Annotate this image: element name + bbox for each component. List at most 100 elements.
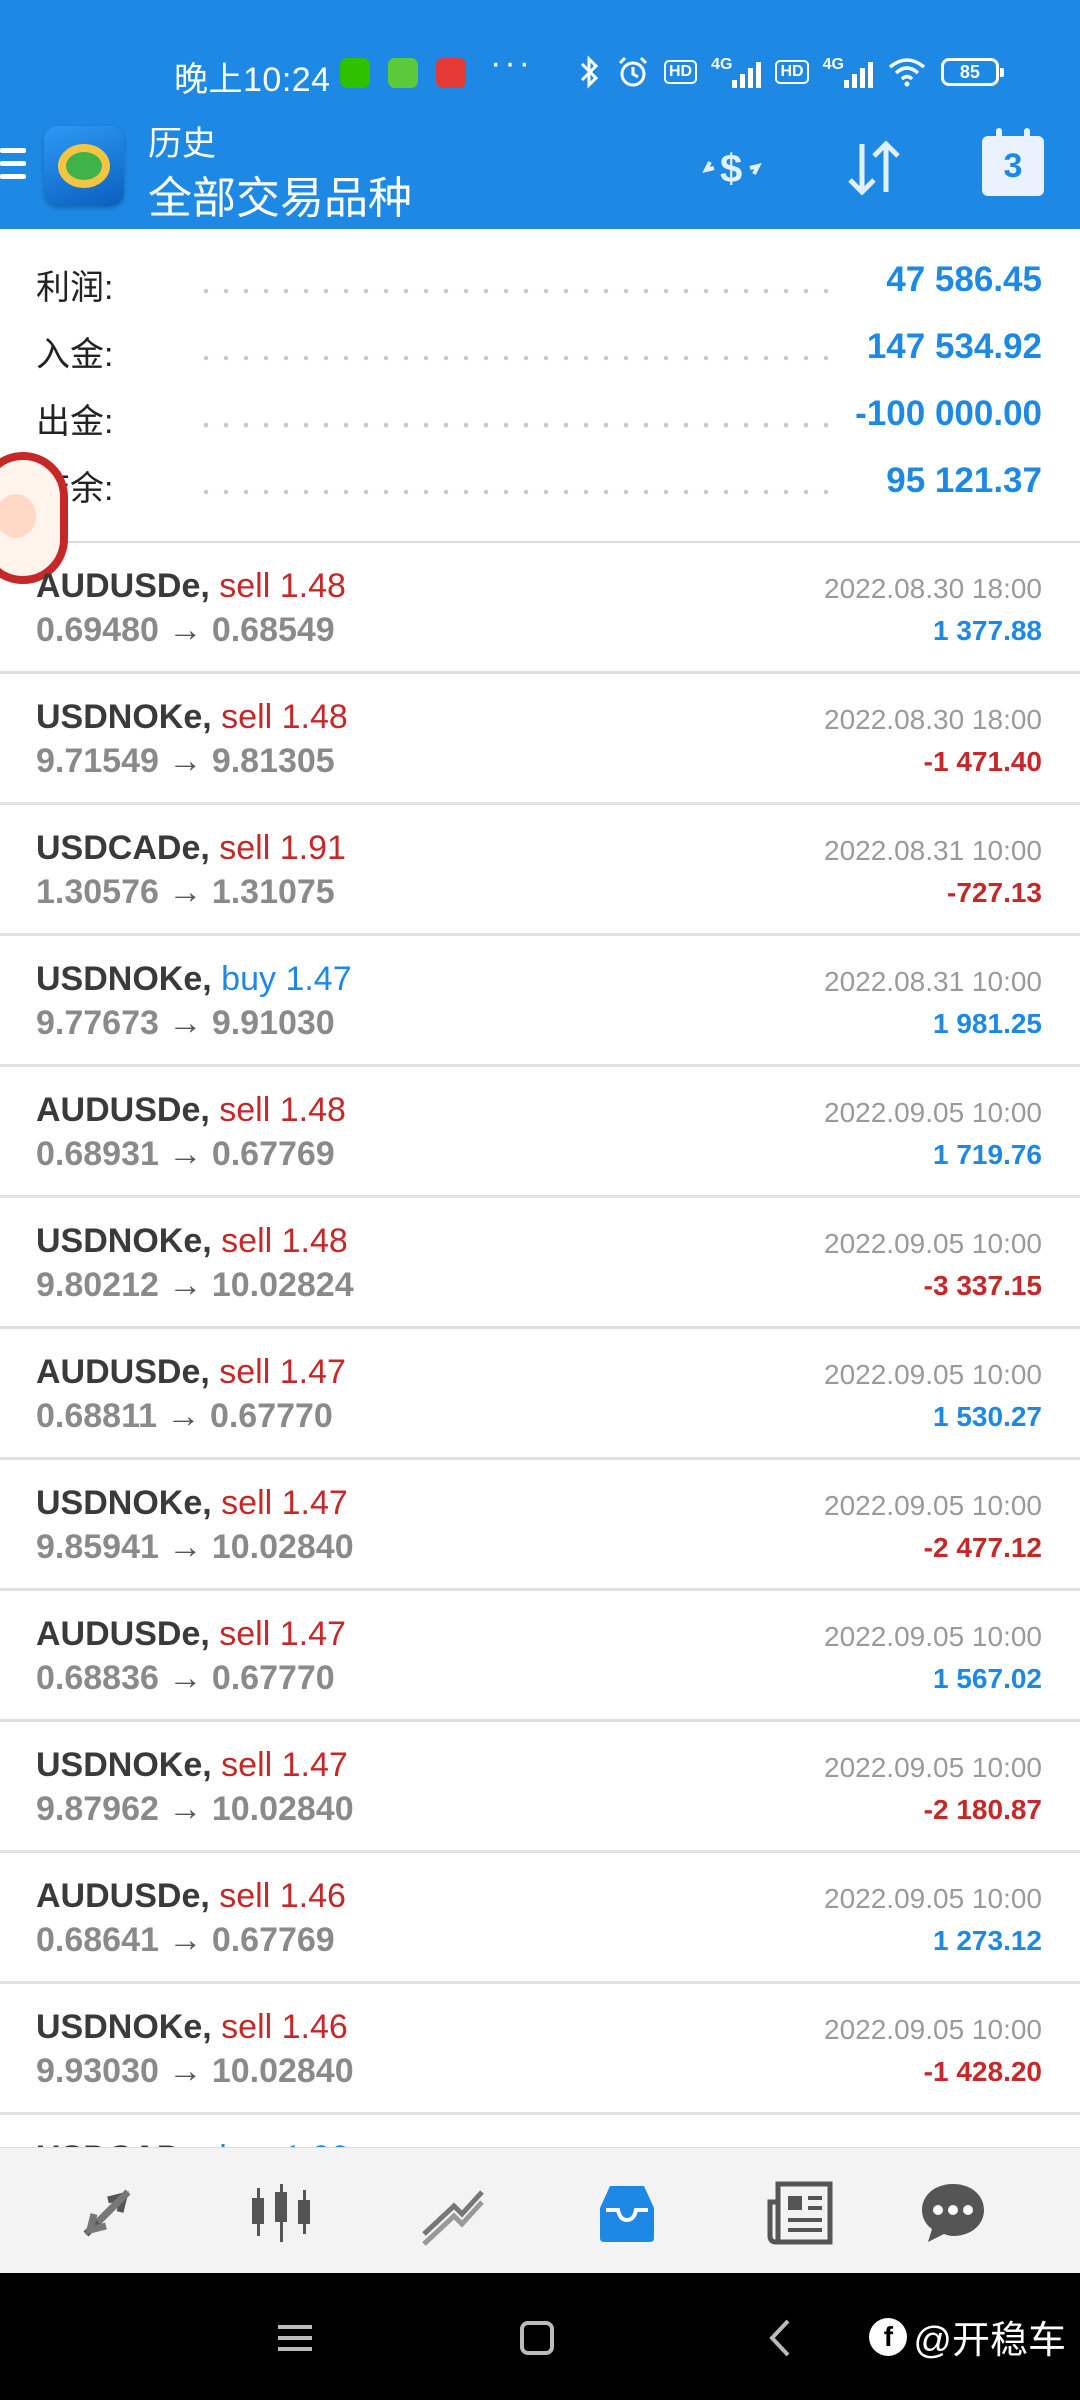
symbol-name: AUDUSDe, <box>36 1353 210 1391</box>
menu-icon[interactable] <box>0 148 26 184</box>
sort-icon[interactable] <box>842 136 906 200</box>
arrow-right-icon: → <box>168 611 203 649</box>
chat-icon[interactable] <box>918 2178 988 2248</box>
trade-row[interactable]: USDNOKe, sell 1.47 9.87962 → 10.02840 2022… <box>0 1722 1080 1853</box>
trade-datetime: 2022.09.05 10:00 <box>824 1359 1042 1390</box>
trade-prices: 0.68836 → 0.67770 <box>36 1659 335 1698</box>
history-summary: 利润: 47 586.45 入金: 147 534.92 出金: -100 00… <box>0 250 1080 518</box>
trade-datetime: 2022.09.05 10:00 <box>824 1228 1042 1259</box>
trade-lots: 1.46 <box>279 1877 346 1915</box>
symbol-name: AUDUSDe, <box>36 1091 210 1129</box>
summary-value: 95 121.37 <box>886 461 1042 500</box>
dotted-leader <box>196 288 840 294</box>
arrow-right-icon: → <box>168 1528 203 1566</box>
symbol-name: USDNOKe, <box>36 1484 212 1522</box>
trade-icon[interactable] <box>418 2178 488 2248</box>
arrow-right-icon: → <box>168 1135 203 1173</box>
trade-side: sell <box>219 1091 271 1129</box>
currency-exchange-icon[interactable]: $ <box>700 136 764 200</box>
app-notification-icon <box>436 58 466 88</box>
trade-row[interactable]: AUDUSDe, sell 1.47 0.68811 → 0.67770 2022.… <box>0 1329 1080 1460</box>
summary-value: 47 586.45 <box>886 260 1042 299</box>
watermark-text: @开稳车 <box>913 2320 1066 2362</box>
trade-row[interactable]: USDCADe, sell 1.91 1.30576 → 1.31075 2022.… <box>0 805 1080 936</box>
trade-row[interactable]: USDNOKe, sell 1.47 9.85941 → 10.02840 2022… <box>0 1460 1080 1591</box>
trade-profit: 1 377.88 <box>933 615 1042 646</box>
trade-history-list[interactable]: AUDUSDe, sell 1.48 0.69480 → 0.68549 2022.… <box>0 543 1080 2147</box>
trade-profit: -2 180.87 <box>923 1794 1042 1825</box>
home-icon[interactable] <box>512 2313 562 2363</box>
close-price: 0.68549 <box>211 611 335 649</box>
trade-profit: -2 477.12 <box>923 1532 1042 1563</box>
trade-symbol: USDCADe, buy 1.90 <box>36 2139 350 2147</box>
open-price: 1.30576 <box>36 873 159 911</box>
trade-datetime: 2022.09.05 10:00 <box>824 1752 1042 1783</box>
summary-label: 出金: <box>36 403 114 441</box>
trade-datetime: 2022.08.30 18:00 <box>824 704 1042 735</box>
trade-row[interactable]: USDNOKe, sell 1.48 9.71549 → 9.81305 2022.… <box>0 674 1080 805</box>
trade-side: sell <box>219 1615 271 1653</box>
open-price: 9.87962 <box>36 1790 159 1828</box>
news-icon[interactable] <box>766 2178 836 2248</box>
chart-icon[interactable] <box>246 2178 316 2248</box>
trade-side: sell <box>221 1746 273 1784</box>
close-price: 1.31075 <box>211 873 335 911</box>
calendar-icon[interactable]: 3 <box>982 128 1044 196</box>
trade-lots: 1.48 <box>281 698 348 736</box>
open-price: 0.68811 <box>36 1397 158 1435</box>
trade-side: sell <box>219 567 271 605</box>
trade-datetime: 2022.09.05 10:00 <box>824 1621 1042 1652</box>
trade-symbol: USDNOKe, sell 1.47 <box>36 1746 348 1785</box>
symbol-name: USDNOKe, <box>36 1222 212 1260</box>
trade-prices: 0.69480 → 0.68549 <box>36 611 335 650</box>
system-navigation-bar: f @开稳车 <box>0 2273 1080 2400</box>
history-icon[interactable] <box>592 2178 662 2248</box>
trade-row[interactable]: USDNOKe, sell 1.46 9.93030 → 10.02840 2022… <box>0 1984 1080 2115</box>
trade-row[interactable]: USDNOKe, sell 1.48 9.80212 → 10.02824 2022… <box>0 1198 1080 1329</box>
trade-prices: 9.71549 → 9.81305 <box>36 742 335 781</box>
trade-row[interactable]: USDCADe, buy 1.90 2022.09.01 09:00 <box>0 2115 1080 2147</box>
trade-prices: 9.93030 → 10.02840 <box>36 2052 354 2091</box>
symbol-name: AUDUSDe, <box>36 1615 210 1653</box>
arrow-right-icon: → <box>168 2052 203 2090</box>
trade-profit: 1 273.12 <box>933 1925 1042 1956</box>
trade-lots: 1.47 <box>279 1353 346 1391</box>
trade-symbol: AUDUSDe, sell 1.46 <box>36 1877 346 1916</box>
trade-row[interactable]: USDNOKe, buy 1.47 9.77673 → 9.91030 2022.0… <box>0 936 1080 1067</box>
arrow-right-icon: → <box>168 873 203 911</box>
symbol-name: USDCADe, <box>36 829 210 867</box>
bottom-navigation <box>0 2147 1080 2274</box>
signal-icon: 4G <box>711 56 762 88</box>
trade-prices: 0.68931 → 0.67769 <box>36 1135 335 1174</box>
summary-withdrawal: 出金: -100 000.00 <box>0 384 1080 451</box>
trade-row[interactable]: AUDUSDe, sell 1.47 0.68836 → 0.67770 2022.… <box>0 1591 1080 1722</box>
menu-icon[interactable] <box>270 2313 320 2363</box>
trade-prices: 9.85941 → 10.02840 <box>36 1528 354 1567</box>
trade-lots: 1.48 <box>279 1091 346 1129</box>
trade-symbol: AUDUSDe, sell 1.48 <box>36 567 346 606</box>
page-title[interactable]: 全部交易品种 <box>148 162 412 226</box>
trade-row[interactable]: AUDUSDe, sell 1.48 0.69480 → 0.68549 2022.… <box>0 543 1080 674</box>
trade-datetime: 2022.09.05 10:00 <box>824 1490 1042 1521</box>
open-price: 0.68836 <box>36 1659 159 1697</box>
trade-row[interactable]: AUDUSDe, sell 1.48 0.68931 → 0.67769 2022.… <box>0 1067 1080 1198</box>
close-price: 0.67769 <box>211 1135 335 1173</box>
trade-datetime: 2022.09.05 10:00 <box>824 1883 1042 1914</box>
trade-row[interactable]: AUDUSDe, sell 1.46 0.68641 → 0.67769 2022.… <box>0 1853 1080 1984</box>
trade-profit: -1 471.40 <box>923 746 1042 777</box>
trade-side: buy <box>221 960 276 998</box>
app-logo <box>44 126 124 206</box>
trade-profit: 1 530.27 <box>933 1401 1042 1432</box>
trade-prices: 9.80212 → 10.02824 <box>36 1266 354 1305</box>
quotes-icon[interactable] <box>72 2178 142 2248</box>
trade-symbol: AUDUSDe, sell 1.48 <box>36 1091 346 1130</box>
symbol-name: USDNOKe, <box>36 698 212 736</box>
summary-balance: 结余: 95 121.37 <box>0 451 1080 518</box>
battery-icon: 85 <box>940 58 1004 86</box>
wechat-icon <box>340 58 370 88</box>
summary-deposit: 入金: 147 534.92 <box>0 317 1080 384</box>
trade-datetime: 2022.08.30 18:00 <box>824 573 1042 604</box>
trade-datetime: 2022.09.05 10:00 <box>824 1097 1042 1128</box>
back-icon[interactable] <box>756 2313 806 2363</box>
trade-side: sell <box>221 2008 273 2046</box>
